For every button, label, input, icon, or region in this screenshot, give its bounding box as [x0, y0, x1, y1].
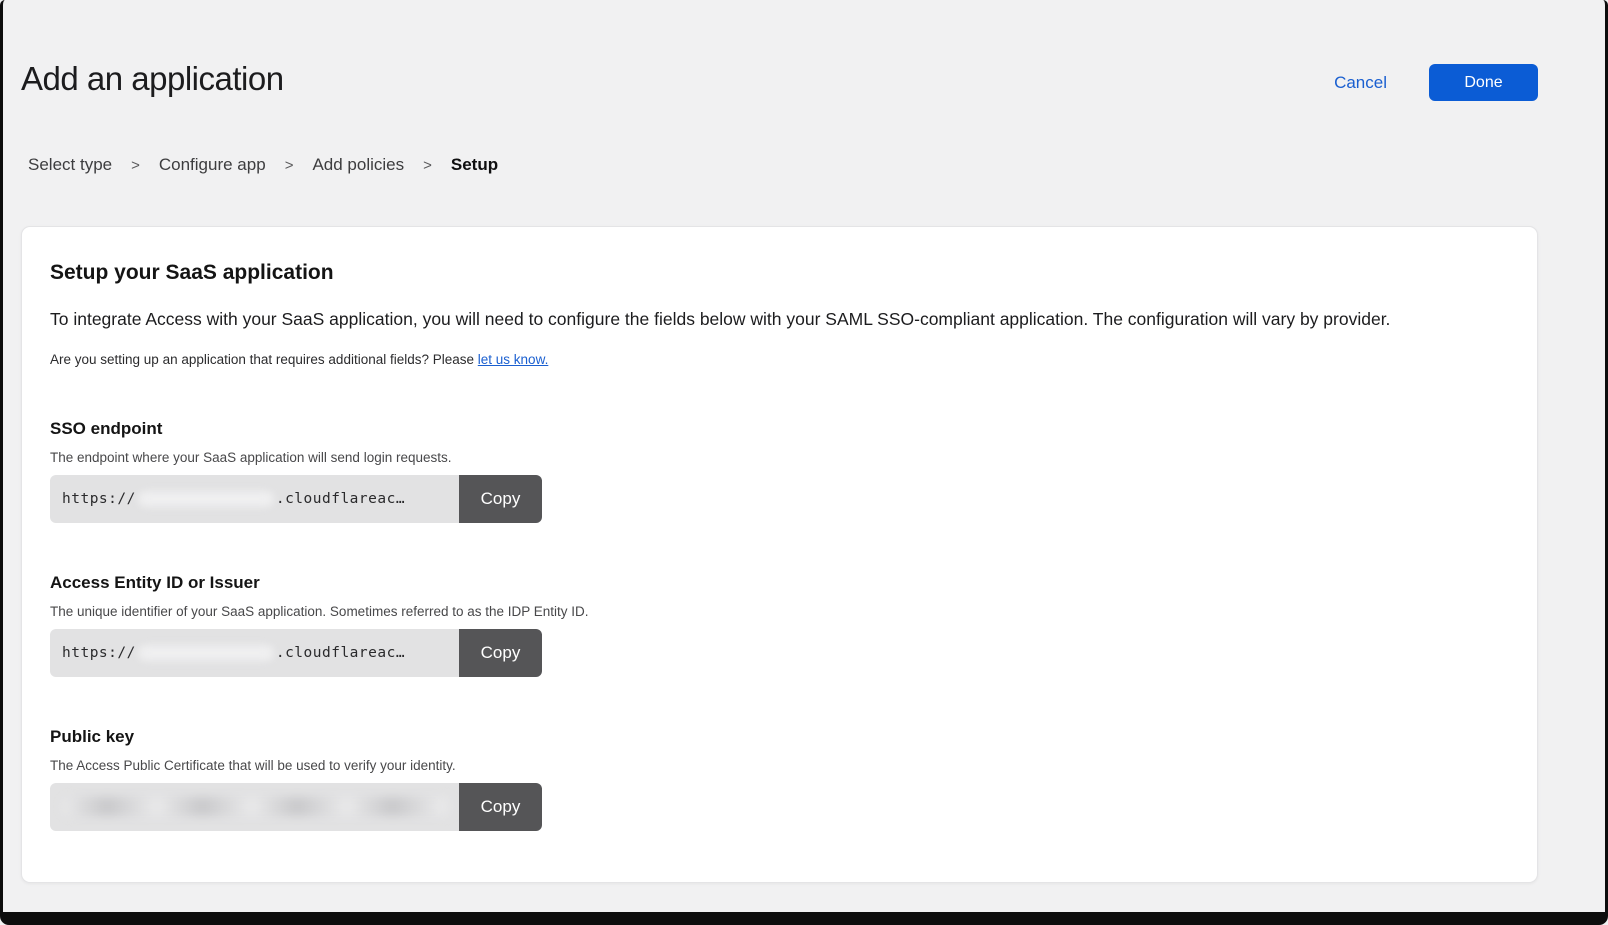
sso-endpoint-value: https:// .cloudflareac…	[50, 475, 459, 523]
redacted-value-blur	[138, 491, 274, 507]
let-us-know-link[interactable]: let us know.	[478, 352, 549, 367]
redacted-value-blur	[62, 797, 454, 816]
value-suffix: .cloudflareac…	[276, 491, 405, 507]
page-header: Add an application Cancel Done	[21, 0, 1538, 101]
entity-id-value-row: https:// .cloudflareac… Copy	[50, 629, 542, 677]
cancel-button[interactable]: Cancel	[1334, 73, 1387, 93]
redacted-value-blur	[138, 645, 274, 661]
field-description: The endpoint where your SaaS application…	[50, 450, 1509, 465]
public-key-value-row: Copy	[50, 783, 542, 831]
field-public-key: Public key The Access Public Certificate…	[50, 727, 1509, 831]
card-note-text: Are you setting up an application that r…	[50, 352, 478, 367]
card-intro-text: To integrate Access with your SaaS appli…	[50, 309, 1509, 331]
breadcrumb-separator: >	[285, 157, 294, 174]
add-application-page: Add an application Cancel Done Select ty…	[0, 0, 1608, 883]
value-suffix: .cloudflareac…	[276, 645, 405, 661]
breadcrumb-step-setup-active: Setup	[451, 155, 498, 175]
breadcrumb: Select type > Configure app > Add polici…	[28, 155, 1538, 175]
entity-id-value: https:// .cloudflareac…	[50, 629, 459, 677]
field-label: Access Entity ID or Issuer	[50, 573, 1509, 593]
page-title: Add an application	[21, 60, 284, 98]
value-prefix: https://	[62, 491, 136, 507]
value-prefix: https://	[62, 645, 136, 661]
copy-entity-id-button[interactable]: Copy	[459, 629, 542, 677]
field-label: SSO endpoint	[50, 419, 1509, 439]
card-heading: Setup your SaaS application	[50, 261, 1509, 285]
breadcrumb-step-add-policies[interactable]: Add policies	[312, 155, 404, 175]
breadcrumb-step-configure-app[interactable]: Configure app	[159, 155, 266, 175]
field-access-entity-id: Access Entity ID or Issuer The unique id…	[50, 573, 1509, 677]
field-description: The Access Public Certificate that will …	[50, 758, 1509, 773]
done-button[interactable]: Done	[1429, 64, 1538, 101]
breadcrumb-separator: >	[131, 157, 140, 174]
sso-endpoint-value-row: https:// .cloudflareac… Copy	[50, 475, 542, 523]
field-sso-endpoint: SSO endpoint The endpoint where your Saa…	[50, 419, 1509, 523]
public-key-value	[50, 783, 459, 831]
breadcrumb-step-select-type[interactable]: Select type	[28, 155, 112, 175]
card-note: Are you setting up an application that r…	[50, 352, 1509, 367]
breadcrumb-separator: >	[423, 157, 432, 174]
header-actions: Cancel Done	[1334, 60, 1538, 101]
field-description: The unique identifier of your SaaS appli…	[50, 604, 1509, 619]
setup-card: Setup your SaaS application To integrate…	[21, 226, 1538, 883]
copy-sso-endpoint-button[interactable]: Copy	[459, 475, 542, 523]
field-label: Public key	[50, 727, 1509, 747]
copy-public-key-button[interactable]: Copy	[459, 783, 542, 831]
